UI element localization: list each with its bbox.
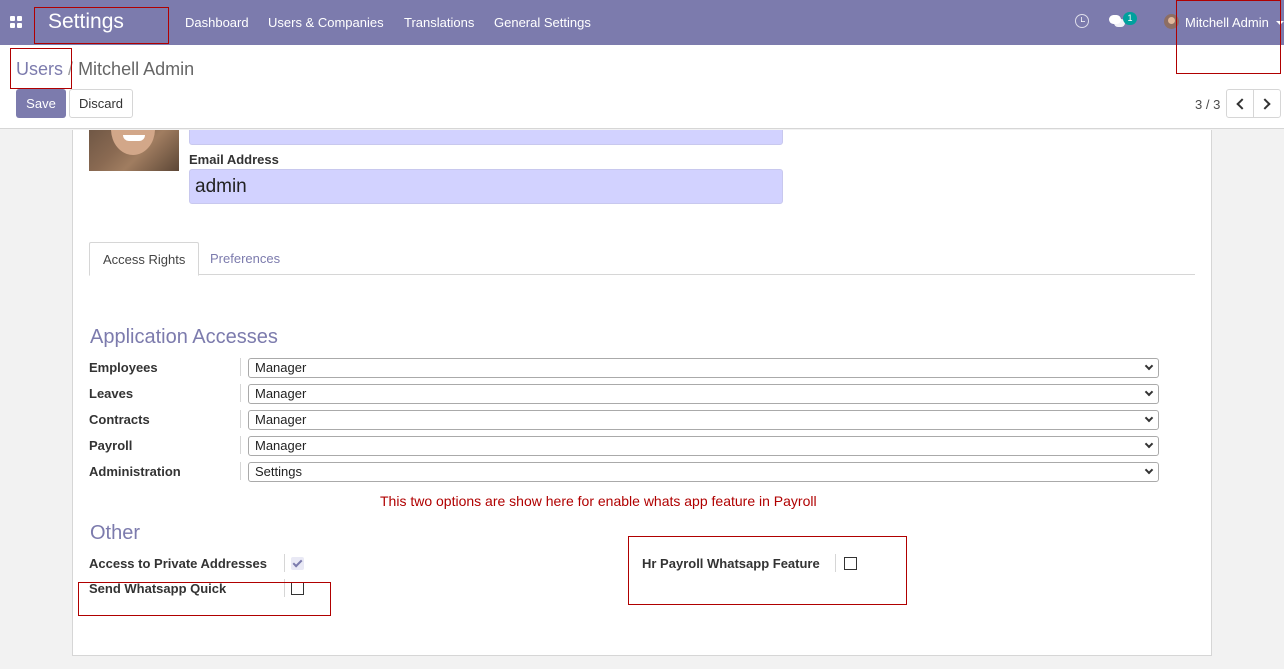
highlight-users — [10, 48, 72, 89]
contracts-label: Contracts — [89, 412, 150, 427]
field-divider — [240, 358, 241, 376]
pager-value[interactable]: 3 / 3 — [1195, 97, 1220, 112]
notebook-tabs: Access Rights Preferences — [89, 242, 1195, 276]
highlight-send-whatsapp — [78, 582, 331, 616]
chevron-down-icon — [1144, 361, 1154, 371]
chevron-left-icon — [1236, 98, 1248, 110]
tab-preferences[interactable]: Preferences — [197, 242, 293, 275]
menu-general-settings[interactable]: General Settings — [494, 15, 591, 30]
discard-button[interactable]: Discard — [69, 89, 133, 118]
menu-dashboard[interactable]: Dashboard — [185, 15, 249, 30]
email-field[interactable]: admin — [189, 169, 783, 204]
employees-select-value: Manager — [255, 360, 307, 375]
leaves-label: Leaves — [89, 386, 134, 401]
pager-previous-button[interactable] — [1226, 89, 1254, 118]
leaves-select[interactable]: Manager — [248, 384, 1159, 404]
activity-clock-icon[interactable] — [1075, 14, 1089, 28]
chat-count-badge: 1 — [1123, 12, 1137, 25]
leaves-select-value: Manager — [255, 386, 307, 401]
field-divider — [240, 462, 241, 480]
application-accesses-title: Application Accesses — [90, 326, 278, 348]
menu-translations[interactable]: Translations — [404, 15, 474, 30]
administration-select-value: Settings — [255, 464, 302, 479]
control-panel: Users / Mitchell Admin Save Discard 3 / … — [0, 45, 1284, 129]
contracts-select[interactable]: Manager — [248, 410, 1159, 430]
contracts-select-value: Manager — [255, 412, 307, 427]
apps-menu-icon[interactable] — [10, 16, 22, 28]
field-divider — [240, 410, 241, 428]
user-photo[interactable] — [89, 130, 179, 171]
access-private-addresses-label: Access to Private Addresses — [89, 556, 268, 571]
pager-next-button[interactable] — [1253, 89, 1281, 118]
email-label: Email Address — [189, 152, 279, 167]
access-private-addresses-checkbox[interactable] — [291, 557, 304, 570]
save-button[interactable]: Save — [16, 89, 66, 118]
employees-label: Employees — [89, 360, 158, 375]
payroll-select[interactable]: Manager — [248, 436, 1159, 456]
annotation-note: This two options are show here for enabl… — [380, 493, 817, 509]
payroll-select-value: Manager — [255, 438, 307, 453]
administration-select[interactable]: Settings — [248, 462, 1159, 482]
field-divider — [240, 384, 241, 402]
chevron-down-icon — [1144, 465, 1154, 475]
chevron-down-icon — [1144, 413, 1154, 423]
chevron-right-icon — [1259, 98, 1271, 110]
breadcrumb-current: Mitchell Admin — [78, 59, 195, 79]
top-navbar: Settings Dashboard Users & Companies Tra… — [0, 0, 1284, 45]
other-title: Other — [90, 522, 141, 544]
highlight-hr-payroll-whatsapp — [628, 536, 907, 605]
chevron-down-icon — [1144, 439, 1154, 449]
tab-access-rights[interactable]: Access Rights — [89, 242, 200, 276]
menu-users-companies[interactable]: Users & Companies — [268, 15, 384, 30]
field-divider — [284, 554, 285, 572]
administration-label: Administration — [89, 464, 181, 479]
employees-select[interactable]: Manager — [248, 358, 1159, 378]
field-divider — [240, 436, 241, 454]
chevron-down-icon — [1144, 387, 1154, 397]
highlight-user-menu — [1176, 0, 1281, 74]
payroll-label: Payroll — [89, 438, 133, 453]
highlight-settings — [34, 7, 169, 44]
name-field[interactable]: Mitchell Admin — [189, 130, 783, 145]
